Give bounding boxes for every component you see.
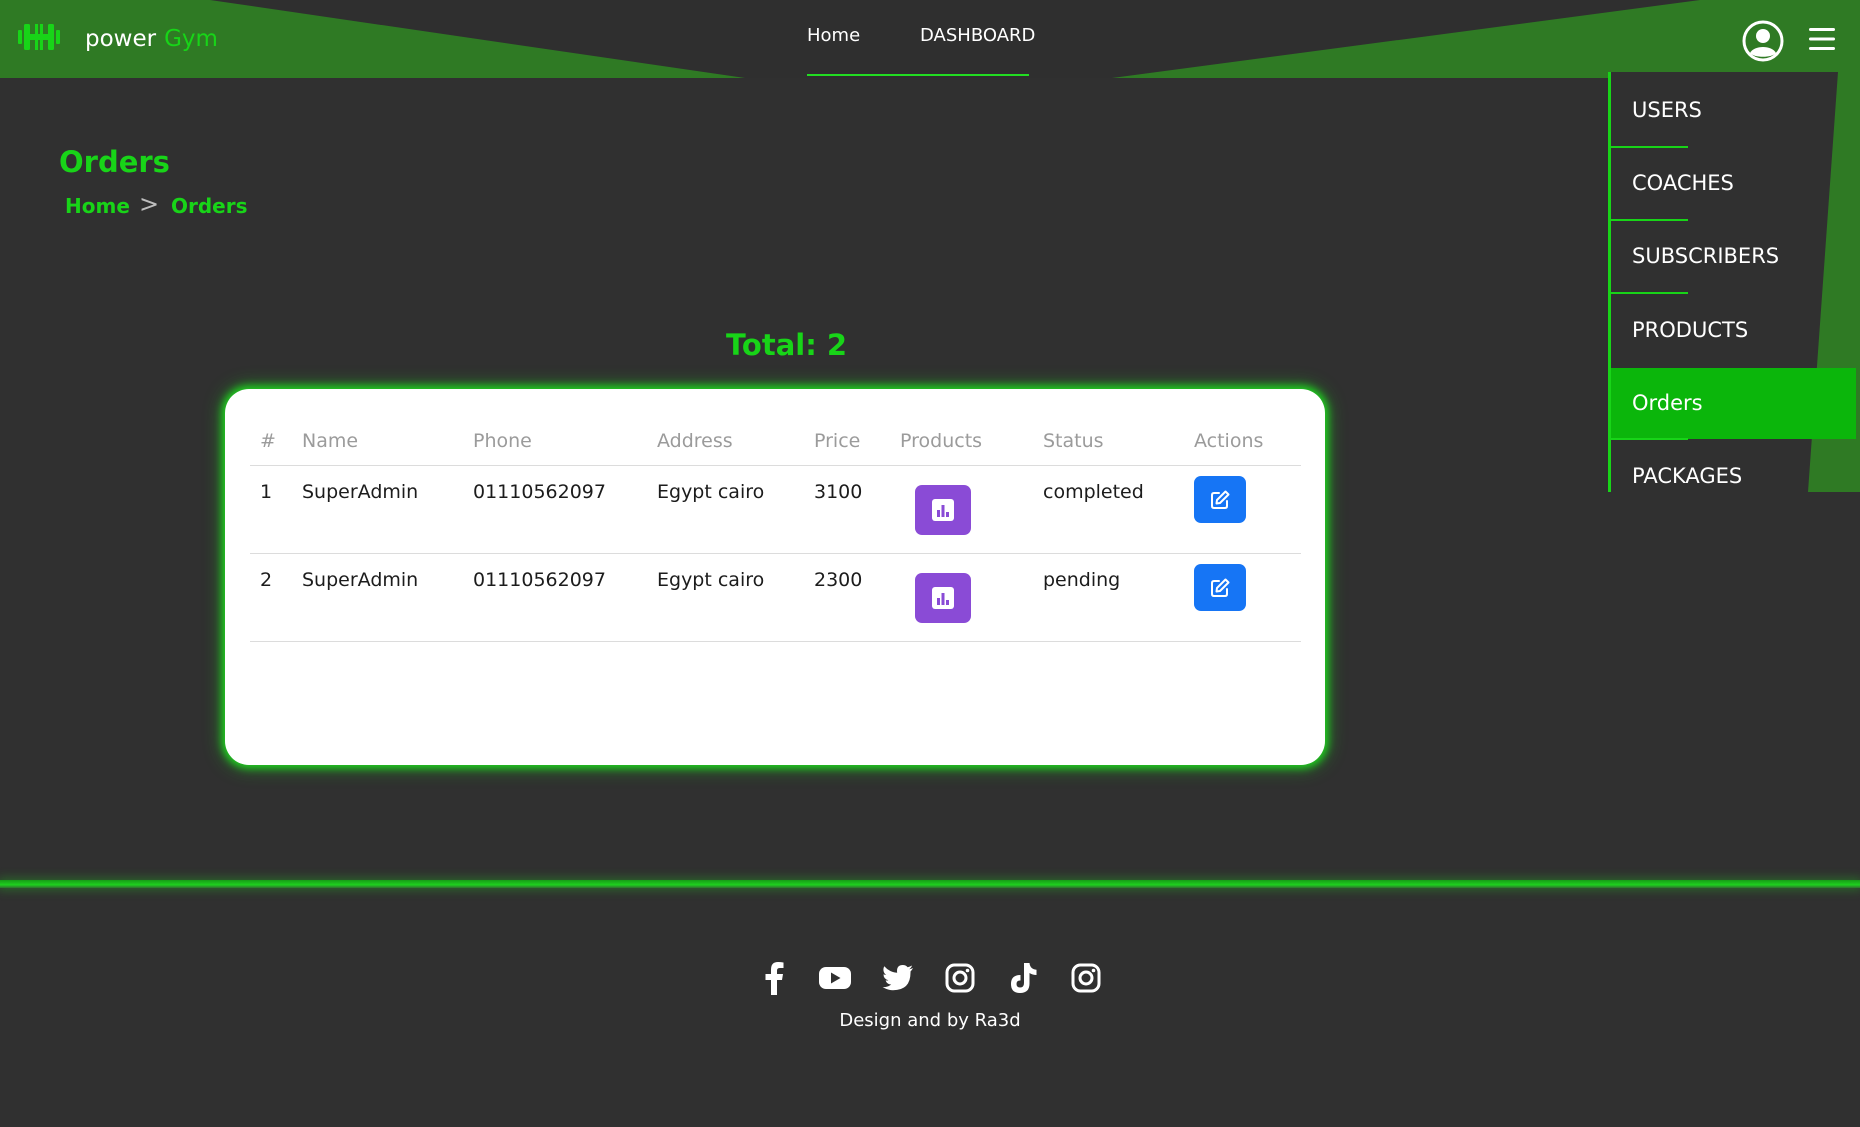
- brand-name[interactable]: power Gym: [85, 24, 218, 54]
- side-menu-item-users[interactable]: USERS: [1611, 74, 1856, 147]
- column-header-index: #: [260, 430, 276, 452]
- cell-status: pending: [1043, 569, 1121, 591]
- cell-index: 1: [260, 481, 273, 503]
- cell-address: Egypt cairo: [657, 481, 765, 503]
- cell-phone: 01110562097: [473, 481, 606, 503]
- twitter-icon[interactable]: [881, 960, 915, 996]
- column-header-actions: Actions: [1194, 430, 1264, 452]
- edit-icon: [1211, 490, 1230, 509]
- breadcrumb-home-link[interactable]: Home: [65, 194, 130, 218]
- column-header-phone: Phone: [473, 430, 532, 452]
- footer-divider: [0, 880, 1860, 888]
- page-title: Orders: [59, 145, 170, 179]
- hamburger-menu-icon[interactable]: [1807, 25, 1837, 53]
- cell-address: Egypt cairo: [657, 569, 765, 591]
- facebook-icon[interactable]: [757, 960, 791, 996]
- side-menu-item-packages[interactable]: PACKAGES: [1611, 440, 1856, 492]
- side-menu-item-products[interactable]: PRODUCTS: [1611, 294, 1856, 367]
- table-row-divider: [250, 641, 1301, 642]
- footer-credit: Design and by Ra3d: [839, 1010, 1021, 1031]
- cell-price: 2300: [814, 569, 863, 591]
- user-account-icon[interactable]: [1742, 20, 1784, 62]
- edit-icon: [1211, 578, 1230, 597]
- view-products-button[interactable]: [915, 485, 971, 535]
- bar-chart-icon: [932, 587, 954, 609]
- youtube-icon[interactable]: [818, 960, 852, 996]
- cell-name: SuperAdmin: [302, 481, 419, 503]
- side-menu-item-orders[interactable]: Orders: [1611, 368, 1856, 439]
- column-header-name: Name: [302, 430, 359, 452]
- side-menu-item-coaches[interactable]: COACHES: [1611, 147, 1856, 220]
- orders-total: Total: 2: [726, 328, 848, 362]
- tiktok-icon[interactable]: [1006, 960, 1040, 996]
- cell-index: 2: [260, 569, 273, 591]
- column-header-products: Products: [900, 430, 983, 452]
- dumbbell-logo-icon[interactable]: [17, 21, 61, 53]
- cell-phone: 01110562097: [473, 569, 606, 591]
- cell-status: completed: [1043, 481, 1144, 503]
- brand-word-gym: Gym: [164, 26, 218, 52]
- instagram-icon[interactable]: [1069, 960, 1103, 996]
- edit-order-button[interactable]: [1194, 476, 1246, 523]
- table-row-divider: [250, 553, 1301, 554]
- column-header-status: Status: [1043, 430, 1104, 452]
- view-products-button[interactable]: [915, 573, 971, 623]
- column-header-address: Address: [657, 430, 733, 452]
- breadcrumb-separator: >: [139, 190, 160, 218]
- bar-chart-icon: [932, 499, 954, 521]
- instagram-icon[interactable]: [943, 960, 977, 996]
- cell-price: 3100: [814, 481, 863, 503]
- nav-dashboard-link[interactable]: DASHBOARD: [920, 24, 1035, 48]
- edit-order-button[interactable]: [1194, 564, 1246, 611]
- nav-home-link[interactable]: Home: [807, 24, 860, 48]
- brand-word-power: power: [85, 26, 157, 52]
- cell-name: SuperAdmin: [302, 569, 419, 591]
- breadcrumb-current: Orders: [171, 194, 248, 218]
- app-root: power Gym Home DASHBOARD USERS COACHES SU…: [0, 0, 1860, 1127]
- table-header-divider: [250, 465, 1301, 466]
- column-header-price: Price: [814, 430, 861, 452]
- side-menu-item-subscribers[interactable]: SUBSCRIBERS: [1611, 220, 1856, 293]
- nav-active-underline: [807, 74, 1029, 76]
